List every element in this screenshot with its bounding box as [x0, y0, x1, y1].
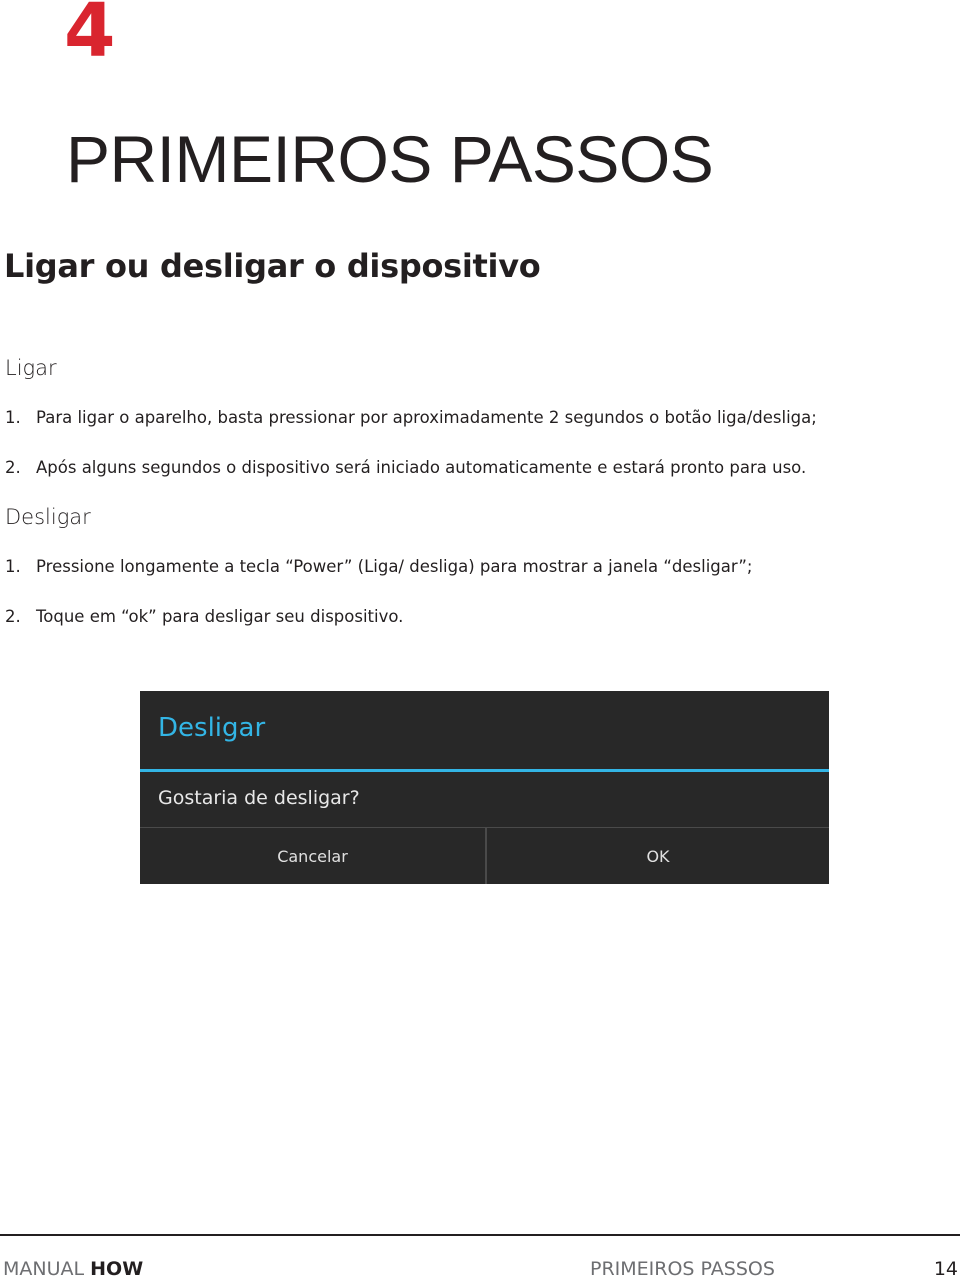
desligar-heading: Desligar [5, 505, 91, 529]
dialog-title: Desligar [158, 713, 266, 743]
step-number: 2. [5, 607, 21, 626]
dialog-message: Gostaria de desligar? [158, 787, 360, 809]
ligar-step-1: 1. Para ligar o aparelho, basta pressiona… [5, 408, 817, 427]
step-text: Pressione longamente a tecla “Power” (Li… [36, 557, 753, 576]
dialog-title-divider [140, 769, 829, 772]
desligar-step-2: 2. Toque em “ok” para desligar seu dispos… [5, 607, 404, 626]
page-number: 14 [933, 1258, 958, 1280]
step-text: Para ligar o aparelho, basta pressionar … [36, 408, 817, 427]
footer-brand: MANUAL HOW [3, 1260, 143, 1279]
desligar-step-1: 1. Pressione longamente a tecla “Power” (… [5, 557, 753, 576]
chapter-number: 4 [64, 0, 116, 74]
footer-section-name: PRIMEIROS PASSOS [590, 1258, 775, 1280]
step-number: 2. [5, 458, 21, 477]
footer-brand-light: MANUAL [3, 1258, 85, 1280]
step-text: Após alguns segundos o dispositivo será … [36, 458, 807, 477]
step-number: 1. [5, 557, 21, 576]
footer-brand-bold: HOW [90, 1258, 144, 1280]
ligar-heading: Ligar [5, 356, 57, 380]
ligar-step-2: 2. Após alguns segundos o dispositivo ser… [5, 458, 807, 477]
ok-button[interactable]: OK [487, 828, 829, 884]
step-text: Toque em “ok” para desligar seu disposit… [36, 607, 404, 626]
footer-divider [0, 1234, 960, 1236]
page-title: PRIMEIROS PASSOS [66, 122, 714, 196]
step-number: 1. [5, 408, 21, 427]
shutdown-dialog-screenshot: Desligar Gostaria de desligar? Cancelar … [140, 691, 829, 884]
cancel-button[interactable]: Cancelar [140, 828, 485, 884]
section-title: Ligar ou desligar o dispositivo [4, 247, 541, 285]
